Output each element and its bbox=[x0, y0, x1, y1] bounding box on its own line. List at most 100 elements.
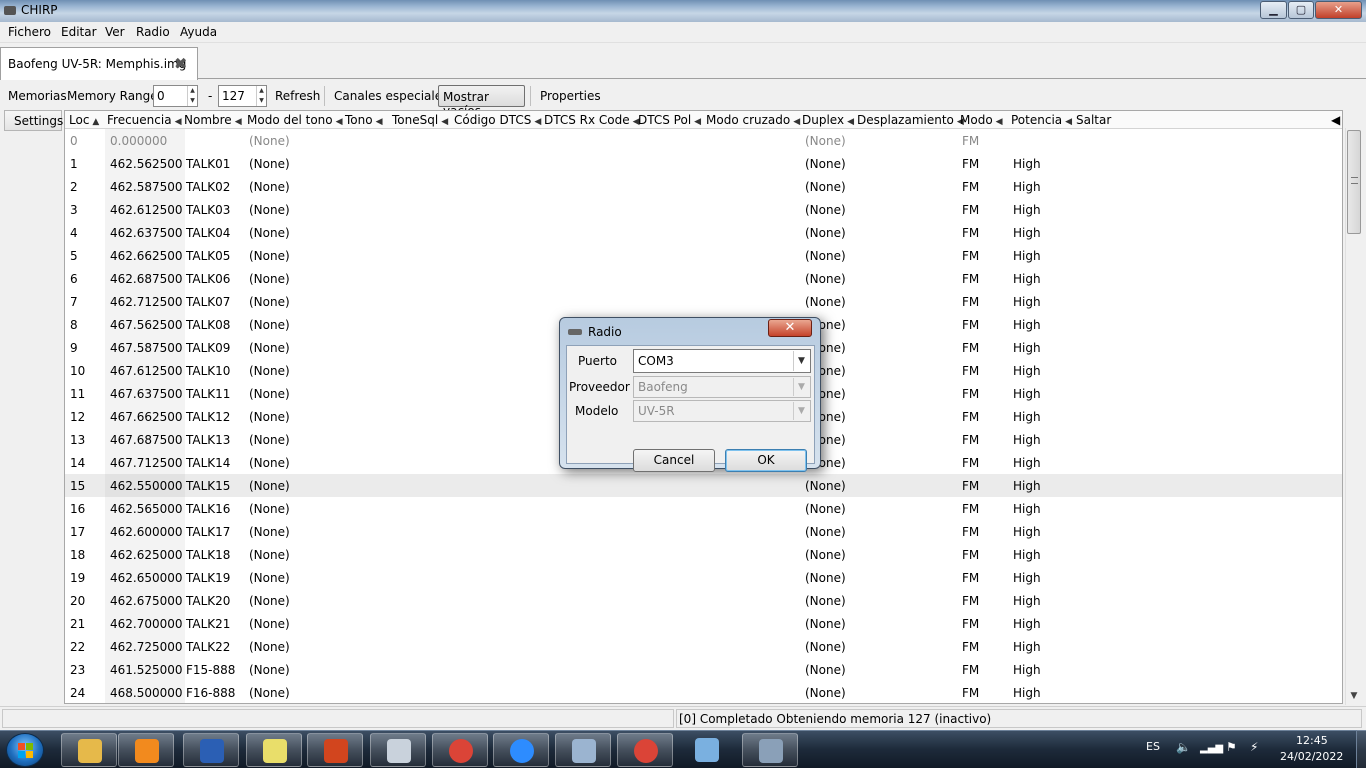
cell-frecuencia[interactable]: 468.500000 bbox=[110, 686, 183, 700]
cell-loc[interactable]: 16 bbox=[70, 502, 85, 516]
cell-frecuencia[interactable]: 462.712500 bbox=[110, 295, 183, 309]
volume-icon[interactable]: 🔈 bbox=[1176, 740, 1191, 754]
table-row[interactable]: 5 462.662500 TALK05 (None) (None) FM High bbox=[65, 244, 1342, 267]
menu-radio[interactable]: Radio bbox=[136, 25, 170, 39]
cell-frecuencia[interactable]: 462.612500 bbox=[110, 203, 183, 217]
cell-loc[interactable]: 11 bbox=[70, 387, 85, 401]
cell-potencia[interactable]: High bbox=[1013, 594, 1041, 608]
cell-modo[interactable]: FM bbox=[962, 272, 979, 286]
cell-loc[interactable]: 4 bbox=[70, 226, 78, 240]
column-header-nombre[interactable]: Nombre ◀ bbox=[184, 113, 242, 127]
cell-potencia[interactable]: High bbox=[1013, 571, 1041, 585]
cell-frecuencia[interactable]: 462.725000 bbox=[110, 640, 183, 654]
cell-potencia[interactable]: High bbox=[1013, 617, 1041, 631]
table-row[interactable]: 0 0.000000 (None) (None) FM bbox=[65, 129, 1342, 152]
cell-potencia[interactable]: High bbox=[1013, 272, 1041, 286]
cell-frecuencia[interactable]: 467.687500 bbox=[110, 433, 183, 447]
tab-baofeng-memphis[interactable]: Baofeng UV-5R: Memphis.img ✖ bbox=[0, 47, 198, 80]
cell-modo[interactable]: FM bbox=[962, 502, 979, 516]
signal-icon[interactable]: ▂▄▆ bbox=[1200, 743, 1223, 754]
language-indicator[interactable]: ES bbox=[1146, 740, 1160, 753]
table-row[interactable]: 19 462.650000 TALK19 (None) (None) FM High bbox=[65, 566, 1342, 589]
cell-loc[interactable]: 22 bbox=[70, 640, 85, 654]
taskbar-app-button[interactable] bbox=[183, 733, 239, 767]
cell-nombre[interactable]: TALK19 bbox=[186, 571, 230, 585]
cell-modo-tono[interactable]: (None) bbox=[249, 387, 290, 401]
cell-potencia[interactable]: High bbox=[1013, 226, 1041, 240]
cell-nombre[interactable]: TALK15 bbox=[186, 479, 230, 493]
cell-modo[interactable]: FM bbox=[962, 525, 979, 539]
cell-frecuencia[interactable]: 467.637500 bbox=[110, 387, 183, 401]
cell-duplex[interactable]: (None) bbox=[805, 249, 846, 263]
cell-duplex[interactable]: (None) bbox=[805, 502, 846, 516]
column-header-modo[interactable]: Modo ◀ bbox=[960, 113, 1003, 127]
column-header-saltar[interactable]: Saltar bbox=[1076, 113, 1111, 127]
cancel-button[interactable]: Cancel bbox=[633, 449, 715, 472]
taskbar-app-button[interactable] bbox=[679, 733, 735, 767]
cell-duplex[interactable]: (None) bbox=[805, 525, 846, 539]
cell-duplex[interactable]: (None) bbox=[805, 180, 846, 194]
cell-modo[interactable]: FM bbox=[962, 548, 979, 562]
start-button[interactable] bbox=[6, 733, 44, 767]
cell-frecuencia[interactable]: 0.000000 bbox=[110, 134, 167, 148]
cell-modo-tono[interactable]: (None) bbox=[249, 203, 290, 217]
cell-loc[interactable]: 10 bbox=[70, 364, 85, 378]
cell-loc[interactable]: 19 bbox=[70, 571, 85, 585]
cell-modo-tono[interactable]: (None) bbox=[249, 617, 290, 631]
table-row[interactable]: 23 461.525000 F15-888 (None) (None) FM High bbox=[65, 658, 1342, 681]
cell-modo-tono[interactable]: (None) bbox=[249, 157, 290, 171]
table-row[interactable]: 17 462.600000 TALK17 (None) (None) FM High bbox=[65, 520, 1342, 543]
taskbar-app-button[interactable] bbox=[555, 733, 611, 767]
column-header-tonesql[interactable]: ToneSql ◀ bbox=[392, 113, 448, 127]
cell-loc[interactable]: 3 bbox=[70, 203, 78, 217]
cell-duplex[interactable]: (None) bbox=[805, 640, 846, 654]
cell-modo[interactable]: FM bbox=[962, 295, 979, 309]
column-menu-icon[interactable]: ◀ bbox=[1331, 113, 1340, 127]
cell-loc[interactable]: 6 bbox=[70, 272, 78, 286]
table-row[interactable]: 21 462.700000 TALK21 (None) (None) FM High bbox=[65, 612, 1342, 635]
cell-loc[interactable]: 7 bbox=[70, 295, 78, 309]
cell-duplex[interactable]: (None) bbox=[805, 617, 846, 631]
taskbar-app-button[interactable] bbox=[246, 733, 302, 767]
cell-modo[interactable]: FM bbox=[962, 456, 979, 470]
spinner-arrows-icon[interactable]: ▲ ▼ bbox=[187, 86, 197, 106]
cell-modo[interactable]: FM bbox=[962, 157, 979, 171]
scroll-down-icon[interactable]: ▼ bbox=[1346, 688, 1362, 704]
column-header-frecuencia[interactable]: Frecuencia ◀ bbox=[107, 113, 181, 127]
scrollbar-thumb[interactable] bbox=[1347, 130, 1361, 234]
column-header-duplex[interactable]: Duplex ◀ bbox=[802, 113, 854, 127]
taskbar-app-button[interactable] bbox=[118, 733, 174, 767]
cell-loc[interactable]: 14 bbox=[70, 456, 85, 470]
cell-modo-tono[interactable]: (None) bbox=[249, 502, 290, 516]
cell-nombre[interactable]: TALK21 bbox=[186, 617, 230, 631]
taskbar-app-button[interactable] bbox=[307, 733, 363, 767]
table-row[interactable]: 4 462.637500 TALK04 (None) (None) FM High bbox=[65, 221, 1342, 244]
cell-frecuencia[interactable]: 467.612500 bbox=[110, 364, 183, 378]
tab-close-icon[interactable]: ✖ bbox=[174, 54, 187, 73]
cell-potencia[interactable]: High bbox=[1013, 341, 1041, 355]
cell-frecuencia[interactable]: 462.700000 bbox=[110, 617, 183, 631]
column-header-potencia[interactable]: Potencia ◀ bbox=[1011, 113, 1072, 127]
canales-especiales-toggle[interactable]: Canales especiales bbox=[334, 89, 448, 103]
cell-nombre[interactable]: F15-888 bbox=[186, 663, 235, 677]
cell-modo[interactable]: FM bbox=[962, 686, 979, 700]
cell-duplex[interactable]: (None) bbox=[805, 571, 846, 585]
puerto-select[interactable]: COM3 ▼ bbox=[633, 349, 811, 373]
vertical-scrollbar[interactable]: ▼ bbox=[1345, 128, 1361, 705]
column-header-modo-cruzado[interactable]: Modo cruzado ◀ bbox=[706, 113, 800, 127]
cell-modo-tono[interactable]: (None) bbox=[249, 318, 290, 332]
cell-modo-tono[interactable]: (None) bbox=[249, 272, 290, 286]
cell-modo[interactable]: FM bbox=[962, 640, 979, 654]
cell-nombre[interactable]: TALK09 bbox=[186, 341, 230, 355]
cell-modo[interactable]: FM bbox=[962, 318, 979, 332]
table-row[interactable]: 20 462.675000 TALK20 (None) (None) FM High bbox=[65, 589, 1342, 612]
cell-potencia[interactable]: High bbox=[1013, 686, 1041, 700]
cell-loc[interactable]: 17 bbox=[70, 525, 85, 539]
table-row[interactable]: 2 462.587500 TALK02 (None) (None) FM High bbox=[65, 175, 1342, 198]
cell-potencia[interactable]: High bbox=[1013, 433, 1041, 447]
taskbar-app-button[interactable] bbox=[432, 733, 488, 767]
cell-duplex[interactable]: (None) bbox=[805, 226, 846, 240]
cell-frecuencia[interactable]: 462.662500 bbox=[110, 249, 183, 263]
cell-modo[interactable]: FM bbox=[962, 203, 979, 217]
cell-potencia[interactable]: High bbox=[1013, 548, 1041, 562]
